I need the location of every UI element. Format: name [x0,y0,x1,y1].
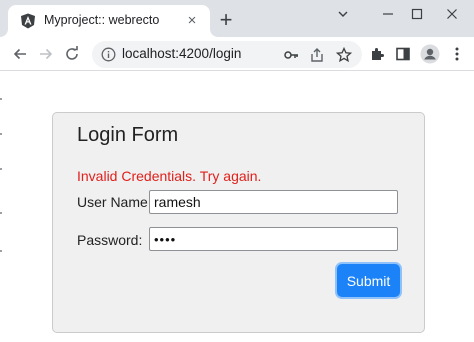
side-panel-icon[interactable] [393,44,413,64]
back-icon[interactable] [8,42,32,66]
error-message: Invalid Credentials. Try again. [77,168,262,184]
tab-myproject[interactable]: Myproject:: webrecto × [8,5,210,37]
login-form-panel: Login Form Invalid Credentials. Try agai… [52,112,425,333]
reload-icon[interactable] [60,42,84,66]
browser-toolbar: localhost:4200/login [0,37,474,71]
tab-title: Myproject:: webrecto [44,13,160,27]
forward-icon[interactable] [34,42,58,66]
key-icon[interactable] [282,46,300,64]
form-title: Login Form [77,124,179,146]
address-bar[interactable]: localhost:4200/login [92,41,362,68]
edge-mark [0,168,2,170]
edge-mark [0,212,2,214]
extensions-icon[interactable] [367,44,387,64]
maximize-icon[interactable] [406,4,428,26]
angular-icon [20,13,36,29]
profile-icon[interactable] [420,44,440,64]
password-label: Password: [77,232,143,248]
minimize-icon[interactable] [377,4,399,26]
username-input[interactable] [149,190,398,214]
username-label: User Name: [77,194,152,210]
info-icon[interactable] [101,47,116,62]
edge-mark [0,133,2,135]
share-icon[interactable] [308,46,326,64]
submit-button[interactable]: Submit [337,264,400,297]
star-icon[interactable] [335,46,353,64]
menu-icon[interactable] [447,44,467,64]
new-tab-button[interactable]: + [216,9,236,31]
close-tab-icon[interactable]: × [184,13,200,29]
edge-mark [0,250,2,252]
edge-mark [0,98,2,100]
close-window-icon[interactable] [441,4,463,26]
tab-strip: Myproject:: webrecto × + [0,0,474,37]
password-input[interactable] [149,227,398,251]
tab-search-chevron-icon[interactable] [332,4,354,26]
url-text[interactable]: localhost:4200/login [122,46,241,61]
